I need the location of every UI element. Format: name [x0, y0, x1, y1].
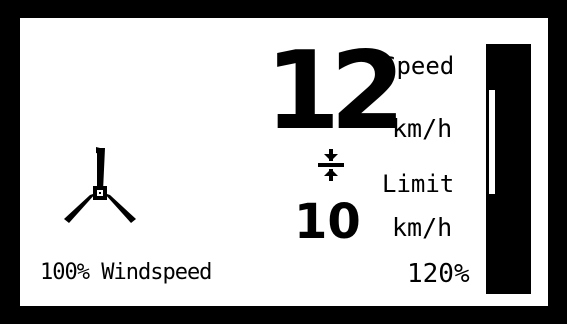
limit-unit: km/h	[392, 213, 453, 242]
wind-turbine-icon	[64, 147, 136, 223]
limit-gauge-marker	[488, 89, 496, 196]
display-panel: 12 Speed km/h Limit 10 km/h 120% 100% Wi…	[20, 18, 548, 306]
limit-label: Limit	[382, 170, 455, 198]
speed-label: Speed	[382, 52, 455, 80]
limit-percent: 120%	[407, 259, 470, 289]
speed-unit: km/h	[392, 114, 453, 143]
limit-gauge	[486, 44, 531, 294]
windspeed-label: 100% Windspeed	[40, 260, 212, 285]
limit-value: 10	[294, 194, 361, 250]
speed-value: 12	[265, 29, 405, 154]
limit-arrows-icon	[318, 149, 344, 181]
